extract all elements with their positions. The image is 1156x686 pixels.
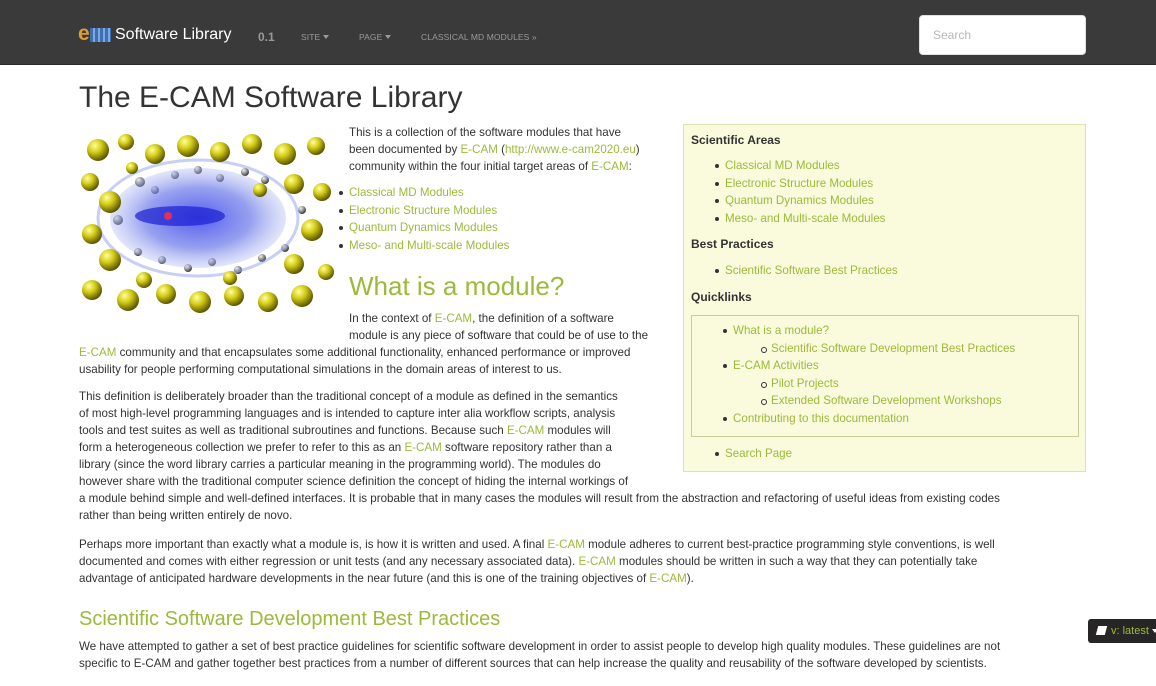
- inline-link[interactable]: E-CAM: [404, 441, 441, 454]
- sidebar-heading-areas: Scientific Areas: [691, 133, 781, 147]
- page-title: The E-CAM Software Library: [79, 81, 463, 114]
- inline-link[interactable]: http://www.e-cam2020.eu: [505, 143, 636, 156]
- text-line: E-CAM community and that encapsulates so…: [79, 346, 631, 359]
- sidebar-heading-best: Best Practices: [691, 237, 774, 251]
- chevron-down-icon: [323, 35, 330, 39]
- quicklinks-sublist: Pilot Projects Extended Software Develop…: [761, 375, 1002, 410]
- brand-title: Software Library: [115, 25, 232, 43]
- sidebar-item[interactable]: Electronic Structure Modules: [715, 175, 885, 193]
- sidebar-heading-quicklinks: Quicklinks: [691, 290, 752, 304]
- inline-link[interactable]: E-CAM: [507, 424, 544, 437]
- quicklinks-list: What is a module?: [723, 322, 829, 340]
- search-input[interactable]: [919, 15, 1086, 55]
- text-line: been documented by E-CAM (http://www.e-c…: [349, 143, 640, 156]
- quicklinks-sublist: Scientific Software Development Best Pra…: [761, 340, 1015, 358]
- quicklink-item[interactable]: E-CAM Activities: [723, 357, 819, 375]
- version-badge[interactable]: v: latest: [1088, 619, 1156, 643]
- inline-link[interactable]: E-CAM: [461, 143, 498, 156]
- text-line: advantage of anticipated hardware develo…: [79, 572, 694, 585]
- quicklinks-box: What is a module? Scientific Software De…: [691, 315, 1079, 437]
- chevron-down-icon: [385, 35, 392, 39]
- sidebar-search-list: Search Page: [715, 445, 792, 463]
- molecular-simulation-image: [80, 130, 335, 317]
- inline-link[interactable]: E-CAM: [435, 312, 472, 325]
- sidebar-item[interactable]: Quantum Dynamics Modules: [715, 192, 885, 210]
- quicklink-item[interactable]: Pilot Projects: [761, 375, 1002, 393]
- text-line: In the context of E-CAM, the definition …: [349, 312, 614, 325]
- section-heading-best-practices: Scientific Software Development Best Pra…: [79, 608, 501, 630]
- nav-page-menu[interactable]: PAGE: [359, 32, 392, 42]
- best-practices-paragraph: We have attempted to gather a set of bes…: [79, 638, 1000, 672]
- text-line: module is any piece of software that cou…: [349, 329, 649, 342]
- ecam-logo: e: [78, 23, 111, 45]
- nav-site-menu[interactable]: SITE: [301, 32, 330, 42]
- sidebar-item[interactable]: Meso- and Multi-scale Modules: [715, 210, 885, 228]
- list-item[interactable]: Meso- and Multi-scale Modules: [339, 237, 509, 255]
- areas-list: Classical MD Modules Electronic Structur…: [339, 184, 509, 254]
- intro-paragraph: This is a collection of the software mod…: [349, 124, 640, 175]
- text-line: specific to E-CAM and gather together be…: [79, 657, 987, 670]
- text-line: Perhaps more important than exactly what…: [79, 538, 995, 551]
- version-label[interactable]: 0.1: [258, 30, 275, 44]
- inline-link[interactable]: E-CAM: [578, 555, 615, 568]
- module-paragraph-top: In the context of E-CAM, the definition …: [349, 310, 648, 344]
- quicklinks-list: E-CAM Activities: [723, 357, 819, 375]
- sidebar-item[interactable]: Scientific Software Best Practices: [715, 262, 898, 280]
- quicklinks-list: Contributing to this documentation: [723, 410, 909, 428]
- sidebar-best-list: Scientific Software Best Practices: [715, 262, 898, 280]
- inline-link[interactable]: E-CAM: [649, 572, 686, 585]
- sidebar-item[interactable]: Search Page: [715, 445, 792, 463]
- sidebar-item[interactable]: Classical MD Modules: [715, 157, 885, 175]
- quicklink-item[interactable]: Scientific Software Development Best Pra…: [761, 340, 1015, 358]
- inline-link[interactable]: E-CAM: [548, 538, 585, 551]
- nav-classical-md-link[interactable]: CLASSICAL MD MODULES »: [421, 32, 537, 42]
- list-item[interactable]: Quantum Dynamics Modules: [339, 219, 509, 237]
- book-icon: [1095, 626, 1108, 635]
- quicklink-item[interactable]: Extended Software Development Workshops: [761, 392, 1002, 410]
- text-line: a module behind simple and well-defined …: [79, 492, 1000, 505]
- text-line: community within the four initial target…: [349, 160, 632, 173]
- sidebar-areas-list: Classical MD Modules Electronic Structur…: [715, 157, 885, 227]
- text-line: This is a collection of the software mod…: [349, 126, 621, 139]
- text-line: We have attempted to gather a set of bes…: [79, 640, 1001, 653]
- section-heading-module: What is a module?: [349, 271, 565, 301]
- list-item[interactable]: Electronic Structure Modules: [339, 202, 509, 220]
- text-line: documented and comes with either regress…: [79, 555, 978, 568]
- sidebar-toc: Scientific Areas Classical MD Modules El…: [683, 124, 1086, 472]
- top-navbar: e Software Library 0.1 SITE PAGE CLASSIC…: [0, 0, 1156, 65]
- important-paragraph: Perhaps more important than exactly what…: [79, 536, 995, 587]
- text-line: however share with the traditional compu…: [79, 475, 629, 488]
- chevron-down-icon: [1151, 629, 1156, 633]
- list-item[interactable]: Classical MD Modules: [339, 184, 509, 202]
- quicklink-item[interactable]: What is a module?: [723, 322, 829, 340]
- inline-link[interactable]: E-CAM: [591, 160, 628, 173]
- module-paragraph-bottom: E-CAM community and that encapsulates so…: [79, 344, 630, 378]
- brand-link[interactable]: e Software Library: [78, 23, 232, 45]
- text-line: rather than being written entirely de no…: [79, 509, 293, 522]
- text-line: usability for people performing computat…: [79, 363, 562, 376]
- quicklink-item[interactable]: Contributing to this documentation: [723, 410, 909, 428]
- inline-link[interactable]: E-CAM: [79, 346, 116, 359]
